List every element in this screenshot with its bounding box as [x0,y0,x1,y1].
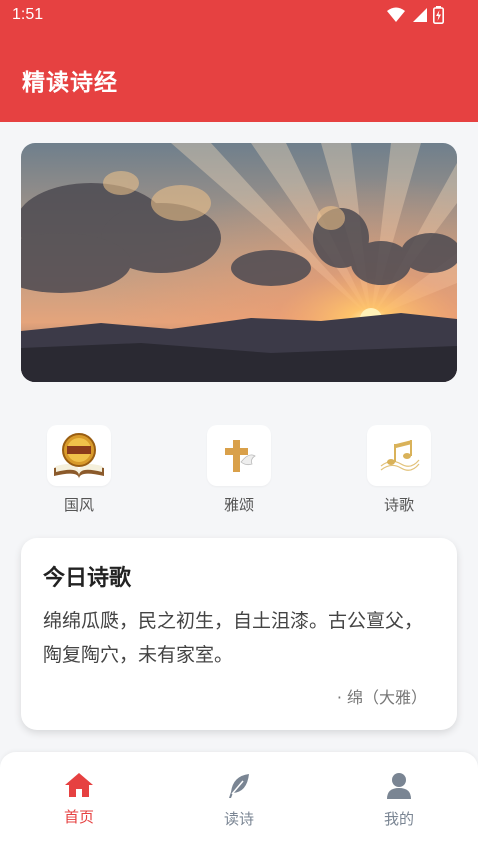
daily-poem-card[interactable]: 今日诗歌 绵绵瓜瓞，民之初生，自土沮漆。古公亶父，陶复陶穴，未有家室。 · 绵（… [21,538,457,730]
category-guofeng[interactable]: 国风 [34,425,124,515]
daily-poem-text: 绵绵瓜瓞，民之初生，自土沮漆。古公亶父，陶复陶穴，未有家室。 [43,610,424,666]
wifi-icon [387,7,405,22]
signal-icon [413,8,427,22]
bottom-tab-bar: 首页 读诗 我的 [0,752,478,850]
feather-icon [229,774,249,798]
tab-mine[interactable]: 我的 [354,772,444,829]
status-bar: 1:51 [0,0,478,33]
tab-label: 读诗 [223,810,254,828]
category-tile [47,425,111,486]
home-icon [65,773,93,797]
daily-poem-title: 今日诗歌 [43,566,132,591]
banner-image[interactable] [21,143,457,382]
category-tile [367,425,431,486]
music-notes-icon [380,439,420,471]
cross-dove-icon [225,439,256,472]
category-label: 国风 [63,496,94,514]
category-tile [207,425,271,486]
daily-poem-source: · 绵（大雅） [336,688,427,707]
person-icon [387,773,411,799]
tab-label: 首页 [63,808,94,826]
app-bar: 精读诗经 [0,33,478,122]
category-label: 雅颂 [223,496,254,514]
category-label: 诗歌 [383,496,414,514]
page-title: 精读诗经 [22,70,118,96]
status-icons [387,6,444,24]
category-shige[interactable]: 诗歌 [354,425,444,515]
tab-label: 我的 [383,810,414,828]
tab-read[interactable]: 读诗 [194,772,284,829]
sunset-image [21,143,457,382]
tab-home[interactable]: 首页 [34,772,124,827]
battery-icon [433,6,444,24]
holy-bible-book-icon [54,432,104,479]
category-yasong[interactable]: 雅颂 [194,425,284,515]
status-time: 1:51 [12,6,44,23]
